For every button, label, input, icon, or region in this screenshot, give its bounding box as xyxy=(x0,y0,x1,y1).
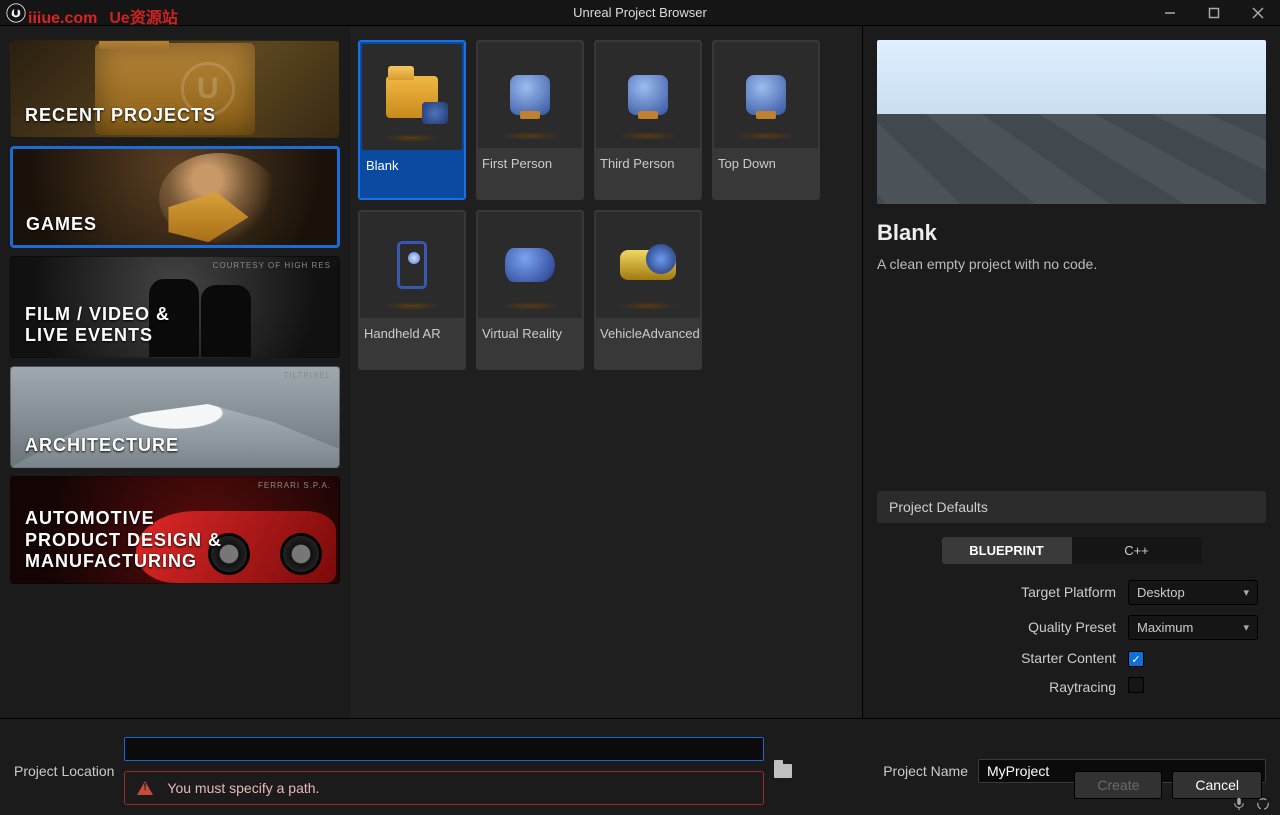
category-label: RECENT PROJECTS xyxy=(25,105,216,127)
quality-preset-dropdown[interactable]: Maximum ▾ xyxy=(1128,615,1258,640)
project-defaults-header: Project Defaults xyxy=(877,491,1266,523)
browse-folder-button[interactable] xyxy=(774,764,792,778)
robot-icon xyxy=(746,75,786,115)
template-third-person[interactable]: Third Person xyxy=(594,40,702,200)
target-platform-label: Target Platform xyxy=(885,584,1128,600)
template-label: VehicleAdvanced xyxy=(594,320,702,341)
code-type-toggle: BLUEPRINT C++ xyxy=(885,537,1258,564)
dropdown-value: Maximum xyxy=(1137,620,1193,635)
category-label: ARCHITECTURE xyxy=(25,435,179,457)
template-label: Blank xyxy=(360,152,464,173)
category-architecture[interactable]: TILTPIXEL ARCHITECTURE xyxy=(10,366,340,468)
wheel-art xyxy=(280,533,322,575)
silhouette-art xyxy=(201,285,251,357)
quality-preset-label: Quality Preset xyxy=(885,619,1128,635)
error-message: You must specify a path. xyxy=(124,771,764,805)
dropdown-value: Desktop xyxy=(1137,585,1185,600)
phone-icon xyxy=(397,241,427,289)
folder-icon xyxy=(386,76,438,118)
category-games[interactable]: GAMES xyxy=(10,146,340,248)
bottom-bar: Project Location You must specify a path… xyxy=(0,718,1280,815)
watermark: iiiue.com Ue资源站 xyxy=(28,4,178,28)
category-automotive[interactable]: FERRARI S.P.A. AUTOMOTIVE PRODUCT DESIGN… xyxy=(10,476,340,584)
template-label: First Person xyxy=(476,150,584,171)
template-first-person[interactable]: First Person xyxy=(476,40,584,200)
credit-label: TILTPIXEL xyxy=(283,371,331,380)
maximize-button[interactable] xyxy=(1192,0,1236,26)
starter-content-checkbox[interactable]: ✓ xyxy=(1128,651,1144,667)
chevron-down-icon: ▾ xyxy=(1243,621,1249,634)
template-label: Virtual Reality xyxy=(476,320,584,341)
error-text: You must specify a path. xyxy=(167,780,319,796)
create-button[interactable]: Create xyxy=(1074,771,1162,799)
template-description: A clean empty project with no code. xyxy=(877,256,1266,272)
category-label: GAMES xyxy=(26,214,97,236)
titlebar: Unreal Project Browser xyxy=(0,0,1280,26)
activity-icon[interactable] xyxy=(1254,795,1272,813)
unreal-logo-icon xyxy=(6,3,26,23)
robot-icon xyxy=(628,75,668,115)
category-recent-projects[interactable]: U RECENT PROJECTS xyxy=(10,40,340,138)
template-handheld-ar[interactable]: Handheld AR xyxy=(358,210,466,370)
warning-icon xyxy=(137,781,153,795)
raytracing-label: Raytracing xyxy=(885,679,1128,695)
details-panel: Blank A clean empty project with no code… xyxy=(862,26,1280,718)
credit-label: COURTESY OF HIGH RES xyxy=(213,261,331,270)
chevron-down-icon: ▾ xyxy=(1243,586,1249,599)
template-title: Blank xyxy=(877,220,1266,246)
category-sidebar: U RECENT PROJECTS GAMES COURTESY OF HIGH… xyxy=(0,26,350,718)
template-blank[interactable]: Blank xyxy=(358,40,466,200)
vehicle-icon xyxy=(620,250,676,280)
window-controls xyxy=(1148,0,1280,26)
template-vehicle-advanced[interactable]: VehicleAdvanced xyxy=(594,210,702,370)
project-location-label: Project Location xyxy=(14,763,114,779)
close-button[interactable] xyxy=(1236,0,1280,26)
robot-icon xyxy=(510,75,550,115)
template-virtual-reality[interactable]: Virtual Reality xyxy=(476,210,584,370)
raytracing-checkbox[interactable] xyxy=(1128,677,1144,693)
target-platform-dropdown[interactable]: Desktop ▾ xyxy=(1128,580,1258,605)
vr-headset-icon xyxy=(505,248,555,282)
template-label: Handheld AR xyxy=(358,320,466,341)
template-top-down[interactable]: Top Down xyxy=(712,40,820,200)
project-name-label: Project Name xyxy=(883,763,968,779)
template-area: Blank First Person Third Person Top Down… xyxy=(350,26,862,718)
category-film-video[interactable]: COURTESY OF HIGH RES FILM / VIDEO & LIVE… xyxy=(10,256,340,358)
cpp-toggle[interactable]: C++ xyxy=(1072,537,1202,564)
blueprint-toggle[interactable]: BLUEPRINT xyxy=(942,537,1072,564)
template-label: Third Person xyxy=(594,150,702,171)
category-label: AUTOMOTIVE PRODUCT DESIGN & MANUFACTURIN… xyxy=(25,508,222,573)
project-location-input[interactable] xyxy=(124,737,764,761)
credit-label: FERRARI S.P.A. xyxy=(258,481,331,490)
category-label: FILM / VIDEO & LIVE EVENTS xyxy=(25,304,170,347)
microphone-icon[interactable] xyxy=(1230,795,1248,813)
window-title: Unreal Project Browser xyxy=(573,5,707,20)
template-label: Top Down xyxy=(712,150,820,171)
minimize-button[interactable] xyxy=(1148,0,1192,26)
template-preview xyxy=(877,40,1266,204)
starter-content-label: Starter Content xyxy=(885,650,1128,666)
status-bar xyxy=(1228,793,1274,815)
